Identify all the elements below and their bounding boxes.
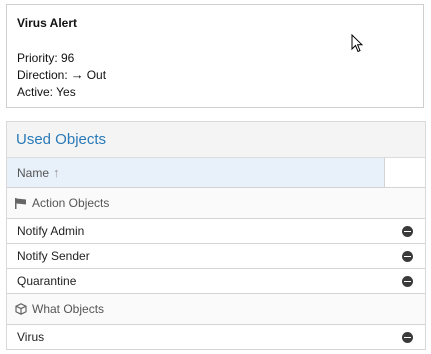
alert-summary-card: Virus Alert Priority: 96 Direction: → Out …: [6, 4, 424, 108]
used-objects-header: Used Objects: [7, 122, 425, 158]
group-row-action-objects: Action Objects: [7, 188, 425, 219]
list-item[interactable]: Notify Admin: [7, 219, 425, 244]
arrow-right-icon: →: [70, 67, 84, 82]
item-label: Quarantine: [17, 274, 77, 288]
list-item[interactable]: Quarantine: [7, 269, 425, 294]
sort-ascending-icon[interactable]: ↑: [53, 165, 60, 180]
remove-icon[interactable]: [402, 250, 413, 262]
mouse-cursor-icon: [351, 34, 363, 53]
cube-icon: [14, 302, 28, 316]
direction-label: Direction:: [17, 68, 68, 82]
direction-value: Out: [86, 68, 107, 82]
list-item[interactable]: Notify Sender: [7, 244, 425, 269]
actions-column-header: [385, 158, 425, 187]
used-objects-panel: Used Objects Name ↑ Action Objects Notif…: [6, 121, 426, 350]
remove-icon[interactable]: [402, 331, 413, 343]
group-label: What Objects: [32, 302, 105, 316]
remove-icon[interactable]: [402, 275, 413, 287]
item-label: Virus: [17, 330, 45, 344]
priority-text: Priority: 96: [17, 51, 75, 65]
active-text: Active: Yes: [17, 85, 76, 99]
group-row-what-objects: What Objects: [7, 294, 425, 325]
direction-text: Direction: → Out: [17, 68, 106, 82]
name-column-label: Name: [17, 165, 50, 180]
item-label: Notify Admin: [17, 224, 85, 238]
list-item[interactable]: Virus: [7, 325, 425, 350]
alert-title: Virus Alert: [17, 16, 78, 30]
flag-icon: [14, 196, 28, 210]
table-header: Name ↑: [7, 158, 425, 188]
group-label: Action Objects: [32, 196, 110, 210]
remove-icon[interactable]: [402, 225, 413, 237]
name-column-header[interactable]: Name ↑: [7, 158, 385, 187]
item-label: Notify Sender: [17, 249, 90, 263]
